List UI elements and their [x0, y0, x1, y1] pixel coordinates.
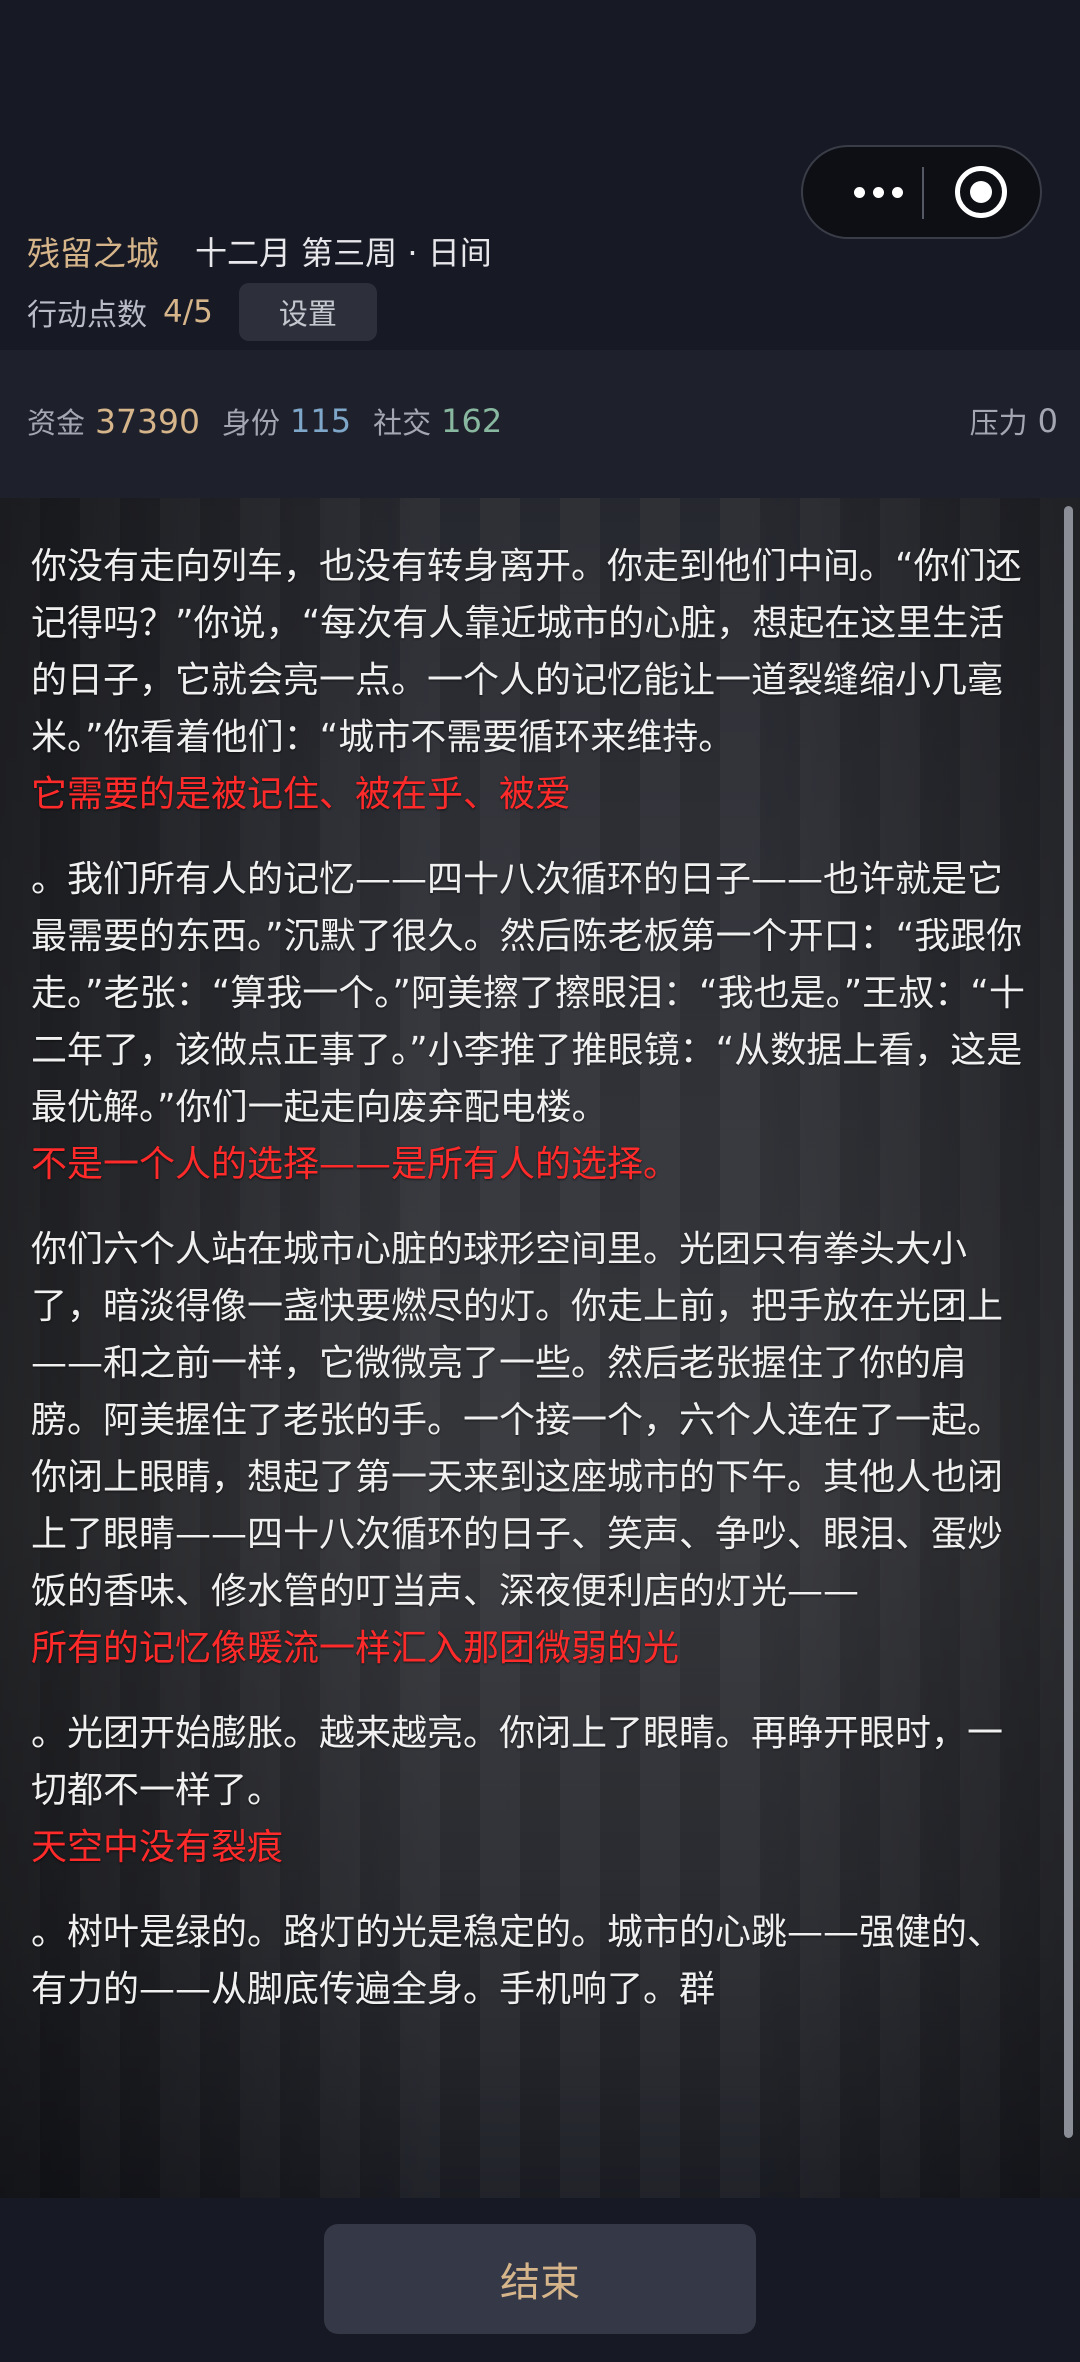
story-text: 你没有走向列车，也没有转身离开。你走到他们中间。“你们还记得吗？”你说，“每次有… — [31, 538, 1031, 2046]
story-highlight-4: 天空中没有裂痕 — [31, 1827, 284, 1868]
action-points-value: 4/5 — [163, 294, 213, 330]
action-points-label: 行动点数 — [27, 298, 147, 333]
top-bar: 残留之城 十二月 第三周 · 日间 行动点数 4/5 设置 — [0, 0, 1080, 348]
story-scrollbar[interactable] — [1064, 506, 1073, 2138]
stats-left: 资金 37390 身份 115 社交 162 — [27, 400, 502, 442]
game-date: 十二月 第三周 · 日间 — [195, 234, 492, 272]
story-paragraph: 。树叶是绿的。路灯的光是稳定的。城市的心跳——强健的、有力的——从脚底传遍全身。… — [31, 1904, 1031, 2018]
story-text-5: 。树叶是绿的。路灯的光是稳定的。城市的心跳——强健的、有力的——从脚底传遍全身。… — [31, 1912, 1004, 2010]
capsule-divider — [922, 167, 924, 219]
mini-program-capsule — [801, 145, 1042, 239]
story-paragraph: 。我们所有人的记忆——四十八次循环的日子——也许就是它最需要的东西。”沉默了很久… — [31, 851, 1031, 1193]
story-highlight-3: 所有的记忆像暖流一样汇入那团微弱的光 — [31, 1628, 680, 1669]
end-button[interactable]: 结束 — [324, 2224, 756, 2334]
settings-button[interactable]: 设置 — [238, 283, 377, 341]
identity-label: 身份 — [222, 406, 281, 440]
bottom-bar: 结束 — [0, 2198, 1080, 2362]
stats-right: 压力 0 — [970, 400, 1058, 442]
action-points-row: 行动点数 4/5 设置 — [27, 282, 377, 342]
stats-bar: 资金 37390 身份 115 社交 162 压力 0 — [0, 350, 1080, 498]
story-text-3: 你们六个人站在城市心脏的球形空间里。光团只有拳头大小了，暗淡得像一盏快要燃尽的灯… — [31, 1229, 1004, 1612]
pressure-label: 压力 — [969, 406, 1028, 440]
story-highlight-2: 不是一个人的选择——是所有人的选择。 — [31, 1144, 680, 1185]
more-dots-icon[interactable] — [833, 147, 923, 237]
social-value: 162 — [441, 402, 503, 440]
social-label: 社交 — [373, 406, 432, 440]
story-text-4: 。光团开始膨胀。越来越亮。你闭上了眼睛。再睁开眼时，一切都不一样了。 — [31, 1713, 1004, 1811]
target-circle-icon[interactable] — [955, 166, 1007, 218]
story-text-2: 。我们所有人的记忆——四十八次循环的日子——也许就是它最需要的东西。”沉默了很久… — [31, 859, 1025, 1128]
city-name: 残留之城 — [27, 234, 159, 273]
story-highlight-1: 它需要的是被记住、被在乎、被爱 — [31, 774, 572, 815]
story-paragraph: 你没有走向列车，也没有转身离开。你走到他们中间。“你们还记得吗？”你说，“每次有… — [31, 538, 1031, 823]
title-row: 残留之城 十二月 第三周 · 日间 — [27, 226, 492, 276]
pressure-value: 0 — [1037, 402, 1058, 440]
story-paragraph: 。光团开始膨胀。越来越亮。你闭上了眼睛。再睁开眼时，一切都不一样了。 天空中没有… — [31, 1705, 1031, 1876]
story-text-1: 你没有走向列车，也没有转身离开。你走到他们中间。“你们还记得吗？”你说，“每次有… — [31, 546, 1022, 758]
story-paragraph: 你们六个人站在城市心脏的球形空间里。光团只有拳头大小了，暗淡得像一盏快要燃尽的灯… — [31, 1221, 1031, 1677]
story-panel[interactable]: 你没有走向列车，也没有转身离开。你走到他们中间。“你们还记得吗？”你说，“每次有… — [0, 498, 1080, 2198]
money-label: 资金 — [27, 406, 86, 440]
identity-value: 115 — [290, 402, 352, 440]
money-value: 37390 — [95, 401, 200, 441]
